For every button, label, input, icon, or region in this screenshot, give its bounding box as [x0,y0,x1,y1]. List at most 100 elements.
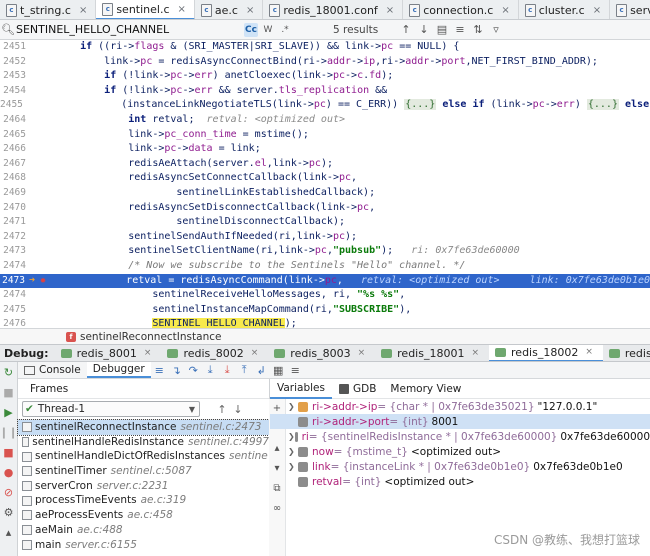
glasses-icon[interactable]: ∞ [269,499,285,519]
code-line[interactable]: 2473 sentinelSetClientName(ri,link->pc,"… [0,244,650,259]
gutter-marker[interactable] [28,215,56,230]
line-number[interactable]: 2455 [0,98,25,113]
next-match-button[interactable]: ↓ [415,23,433,36]
line-number[interactable]: 2474 [0,259,28,274]
close-icon[interactable]: × [246,5,254,16]
stack-frame[interactable]: sentinelHandleDictOfRedisInstances sentin… [18,449,269,464]
line-number[interactable]: 2468 [0,171,28,186]
close-icon[interactable]: × [79,5,87,16]
line-number[interactable]: 2464 [0,113,28,128]
frame-down-button[interactable]: ↓ [230,403,246,416]
tab-t-string-c[interactable]: c t_string.c × [0,0,97,19]
close-icon[interactable]: × [178,4,186,15]
expand-icon[interactable]: ❯ [288,462,298,471]
gutter-marker[interactable] [28,84,56,99]
toggle-multiline-button[interactable]: ⇅ [469,23,487,36]
code-text[interactable]: link->pc_conn_time = mstime(); [56,128,650,143]
close-icon[interactable]: × [144,348,152,358]
tab-cluster-c[interactable]: c cluster.c × [519,0,611,19]
tab-server-c[interactable]: cserver.c× [610,0,650,19]
gutter-marker[interactable] [28,55,56,70]
gutter-marker[interactable] [28,69,56,84]
code-line[interactable]: 2454 if (!link->pc->err && server.tls_re… [0,84,650,99]
code-text[interactable]: retval = redisAsyncCommand(link->pc, ret… [54,274,650,289]
thread-select[interactable]: ✔ Thread-1 ▼ [22,401,200,417]
breadcrumb-function[interactable]: sentinelReconnectInstance [80,331,221,343]
code-text[interactable]: if (!link->pc->err && server.tls_replica… [56,84,650,99]
expand-icon[interactable]: ❯ [288,447,298,456]
debug-session-redis_8003[interactable]: redis_8003 × [268,345,375,361]
gutter-marker[interactable] [28,171,56,186]
step-into-icon[interactable]: ⤓ [202,363,219,377]
gutter-marker[interactable] [28,128,56,143]
pin-icon[interactable]: ▴ [0,522,17,542]
variable-row[interactable]: retval = {int} <optimized out> [270,474,650,489]
stack-frame[interactable]: sentinelTimer sentinel.c:5087 [18,464,269,479]
add-selection-button[interactable]: ≡ [451,23,469,36]
gutter-marker[interactable] [28,317,56,328]
code-text[interactable]: sentinelSetClientName(ri,link->pc,"pubsu… [56,244,650,259]
code-text[interactable]: /* Now we subscribe to the Sentinels "He… [56,259,650,274]
code-text[interactable]: sentinelSendAuthIfNeeded(ri,link->pc); [56,230,650,245]
gutter-marker[interactable] [28,303,56,318]
rerun-icon[interactable]: ↻ [0,362,17,382]
line-number[interactable]: 2471 [0,215,28,230]
code-text[interactable]: (instanceLinkNegotiateTLS(link->pc) == C… [25,98,650,113]
code-line[interactable]: 2465 link->pc_conn_time = mstime(); [0,128,650,143]
close-icon[interactable]: × [386,5,394,16]
breadcrumb[interactable]: f sentinelReconnectInstance [0,328,650,344]
whole-word-toggle[interactable]: W [261,23,275,37]
line-number[interactable]: 2475 [0,303,28,318]
stack-frame[interactable]: processTimeEvents ae.c:319 [18,493,269,508]
tab-connection-c[interactable]: c connection.c × [403,0,519,19]
line-number[interactable]: 2454 [0,84,28,99]
code-line[interactable]: 2451 if ((ri->flags & (SRI_MASTER|SRI_SL… [0,40,650,55]
code-text[interactable]: redisAeAttach(server.el,link->pc); [56,157,650,172]
line-number[interactable]: 2476 [0,317,28,328]
code-editor[interactable]: 2451 if ((ri->flags & (SRI_MASTER|SRI_SL… [0,40,650,328]
code-line[interactable]: 2470 redisAsyncSetDisconnectCallback(lin… [0,201,650,216]
line-number[interactable]: 2466 [0,142,28,157]
code-text[interactable]: if (!link->pc->err) anetCloexec(link->pc… [56,69,650,84]
debug-session-redis_18003[interactable]: redis_18003× [603,345,650,361]
match-case-toggle[interactable]: Cc [244,22,258,37]
stack-frame[interactable]: aeMain ae.c:488 [18,523,269,538]
code-line[interactable]: 2472 sentinelSendAuthIfNeeded(ri,link->p… [0,230,650,245]
stack-frame[interactable]: main server.c:6155 [18,538,269,553]
code-text[interactable]: link->pc = redisAsyncConnectBind(ri->add… [56,55,650,70]
stop-icon[interactable]: ■ [0,382,17,402]
stack-frame[interactable]: sentinelHandleRedisInstance sentinel.c:49… [18,435,269,450]
expand-icon[interactable]: ❯ [288,402,298,411]
run-to-cursor-icon[interactable]: ↲ [253,364,270,377]
line-number[interactable]: 2473 [0,244,28,259]
debug-session-redis_18002[interactable]: redis_18002 × [489,345,603,361]
close-icon[interactable]: × [585,347,593,357]
code-line[interactable]: 2476 SENTINEL_HELLO_CHANNEL); [0,317,650,328]
gutter-marker[interactable] [28,230,56,245]
evaluate-expression-icon[interactable]: ▦ [270,364,287,377]
code-line[interactable]: 2455 (instanceLinkNegotiateTLS(link->pc)… [0,98,650,113]
code-text[interactable]: link->pc->data = link; [56,142,650,157]
debug-session-redis_8002[interactable]: redis_8002 × [161,345,268,361]
filter-icon[interactable]: ▿ [487,23,505,36]
code-text[interactable]: SENTINEL_HELLO_CHANNEL); [56,317,650,328]
code-line[interactable]: 2466 link->pc->data = link; [0,142,650,157]
code-text[interactable]: sentinelReceiveHelloMessages, ri, "%s %s… [56,288,650,303]
line-number[interactable]: 2452 [0,55,28,70]
stack-frame[interactable]: aeProcessEvents ae.c:458 [18,508,269,523]
code-text[interactable]: redisAsyncSetDisconnectCallback(link->pc… [56,201,650,216]
code-line[interactable]: 2468 redisAsyncSetConnectCallback(link->… [0,171,650,186]
gutter-marker[interactable] [28,40,56,55]
line-number[interactable]: 2473 [0,274,27,289]
gutter-marker[interactable] [28,157,56,172]
tab-memory-view[interactable]: Memory View [383,379,468,399]
gutter-marker[interactable] [28,186,56,201]
tab-variables[interactable]: Variables [270,379,332,399]
close-icon[interactable]: × [358,348,366,358]
gutter-marker[interactable] [28,113,56,128]
line-number[interactable]: 2453 [0,69,28,84]
regex-toggle[interactable]: .* [278,23,292,37]
code-line[interactable]: 2467 redisAeAttach(server.el,link->pc); [0,157,650,172]
code-line[interactable]: 2452 link->pc = redisAsyncConnectBind(ri… [0,55,650,70]
gutter-marker[interactable] [28,288,56,303]
